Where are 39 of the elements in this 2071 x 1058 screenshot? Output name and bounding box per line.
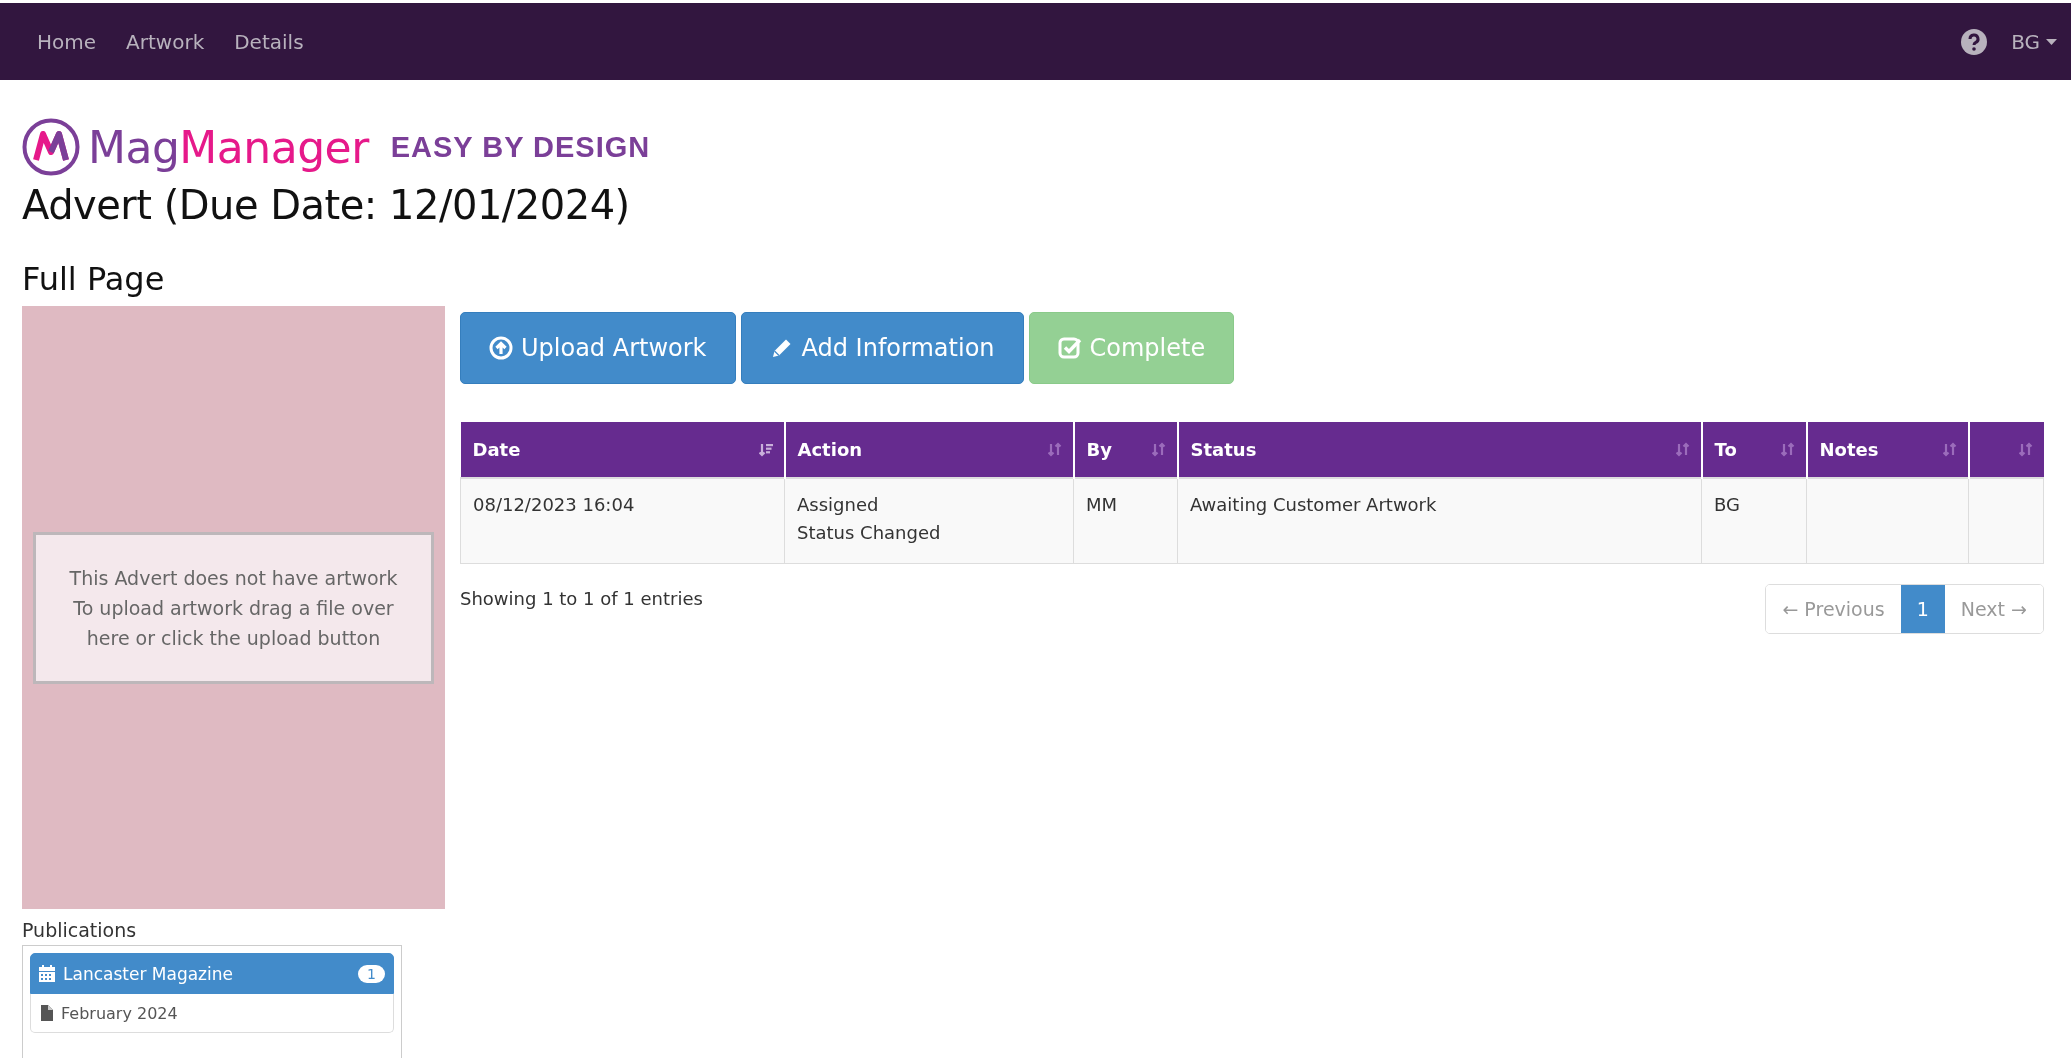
publications-heading: Publications — [22, 919, 138, 941]
checkbox-icon — [1057, 336, 1082, 360]
section-title: Full Page — [22, 260, 166, 298]
user-menu[interactable]: BG — [2007, 21, 2061, 62]
artwork-dropzone[interactable]: This Advert does not have artwork To upload artwork drag a file over here or click the upload button — [33, 531, 434, 684]
dropzone-text: To upload artwork drag a file over here or click the upload button — [72, 595, 395, 651]
column-header[interactable]: To — [1701, 422, 1807, 478]
issue-item[interactable]: February 2024 — [30, 994, 394, 1033]
column-header[interactable]: Action — [784, 422, 1074, 478]
logo-tagline: EASY BY DESIGN — [390, 130, 651, 164]
logo-icon — [22, 118, 80, 176]
table-cell: Assigned Status Changed — [797, 494, 941, 543]
publication-name: Lancaster Magazine — [63, 963, 233, 984]
column-header[interactable]: Notes — [1806, 422, 1969, 478]
help-icon[interactable] — [1961, 28, 1988, 55]
table-cell: 08/12/2023 16:04 — [473, 494, 635, 515]
column-header[interactable]: By — [1073, 422, 1178, 478]
page-title: Advert (Due Date: 12/01/2024) — [22, 182, 631, 228]
table-cell: BG — [1714, 494, 1740, 515]
upload-button[interactable]: Upload Artwork — [460, 312, 736, 384]
nav-link[interactable]: Artwork — [111, 21, 220, 62]
edit-button[interactable]: Add Information — [740, 312, 1024, 384]
column-header[interactable]: Date — [460, 422, 785, 478]
column-header[interactable]: Status — [1177, 422, 1702, 478]
calendar-icon — [39, 965, 55, 982]
table-cell: Awaiting Customer Artwork — [1190, 494, 1437, 515]
document-icon — [41, 1005, 53, 1021]
count-badge: 1 — [358, 964, 385, 983]
column-header[interactable] — [1968, 422, 2044, 478]
nav-link[interactable]: Details — [219, 21, 319, 62]
publication-item[interactable]: Lancaster Magazine 1 — [30, 953, 394, 994]
table-cell: MM — [1086, 494, 1118, 515]
upload-icon — [489, 336, 513, 360]
caret-icon — [2046, 38, 2057, 45]
entries-info: Showing 1 to 1 of 1 entries — [460, 588, 703, 609]
nav-link[interactable]: Home — [22, 21, 112, 62]
logo-wordmark: MagManager — [88, 121, 369, 173]
page-link[interactable]: 1 — [1900, 585, 1945, 633]
dropzone-text: This Advert does not have artwork — [68, 565, 399, 591]
